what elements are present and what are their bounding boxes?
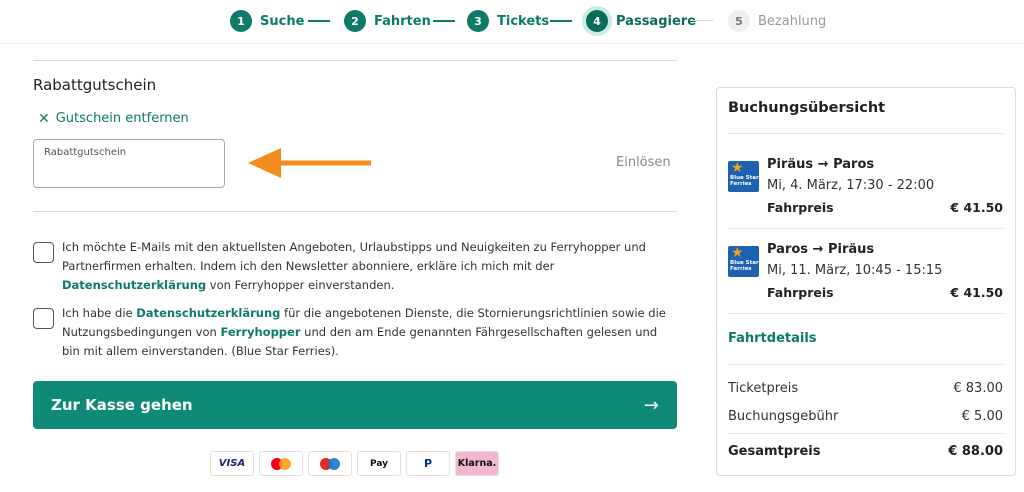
total-price-row: Gesamtpreis € 88.00	[728, 444, 1003, 459]
apple-pay-icon: Pay	[357, 451, 401, 476]
divider	[728, 228, 1003, 229]
ticket-price-value: € 83.00	[953, 381, 1003, 396]
step-search[interactable]: 1 Suche	[230, 9, 304, 33]
consent-text: Ich möchte E-Mails mit den aktuellsten A…	[62, 240, 646, 273]
fare-label: Fahrpreis	[767, 285, 834, 300]
voucher-title: Rabattgutschein	[33, 76, 157, 94]
step-label: Passagiere	[616, 13, 697, 29]
close-icon: ✕	[38, 110, 50, 127]
remove-voucher-label: Gutschein entfernen	[55, 111, 189, 126]
divider	[728, 313, 1003, 314]
step-number: 2	[344, 10, 366, 32]
redeem-button[interactable]: Einlösen	[616, 155, 671, 170]
checkout-button[interactable]: Zur Kasse gehen →	[33, 381, 677, 429]
step-trips[interactable]: 2 Fahrten	[344, 9, 431, 33]
newsletter-checkbox[interactable]	[33, 242, 54, 263]
fare-value: € 41.50	[950, 200, 1003, 215]
voucher-input-label: Rabattgutschein	[44, 147, 127, 158]
voucher-input[interactable]: Rabattgutschein	[33, 139, 225, 188]
remove-voucher-link[interactable]: ✕ Gutschein entfernen	[38, 111, 189, 126]
visa-icon: VISA	[210, 451, 254, 476]
consent-text: Ich habe die	[62, 306, 137, 320]
divider	[33, 211, 677, 212]
step-connector	[308, 20, 330, 22]
divider	[33, 60, 677, 61]
klarna-icon: Klarna.	[455, 451, 499, 476]
terms-consent-text: Ich habe die Datenschutzerklärung für di…	[62, 304, 674, 361]
summary-title: Buchungsübersicht	[728, 100, 886, 116]
trip-route: Paros → Piräus	[767, 242, 875, 257]
progress-stepper: 1 Suche 2 Fahrten 3 Tickets 4 Passagiere…	[0, 0, 1024, 44]
checkout-label: Zur Kasse gehen	[51, 396, 193, 414]
booking-fee-value: € 5.00	[961, 409, 1003, 424]
step-passengers: 4 Passagiere	[586, 9, 696, 33]
step-number: 4	[586, 10, 608, 32]
blue-star-ferries-logo-icon: ★ Blue Star Ferries	[728, 161, 759, 192]
step-tickets[interactable]: 3 Tickets	[467, 9, 549, 33]
booking-fee-label: Buchungsgebühr	[728, 409, 839, 424]
consent-text: von Ferryhopper einverstanden.	[206, 278, 395, 292]
booking-fee-row: Buchungsgebühr € 5.00	[728, 409, 1003, 424]
fare-label: Fahrpreis	[767, 200, 834, 215]
step-payment: 5 Bezahlung	[728, 9, 826, 33]
mastercard-icon	[259, 451, 303, 476]
trip-time: Mi, 4. März, 17:30 - 22:00	[767, 178, 935, 193]
trip-outbound: ★ Blue Star Ferries Piräus → Paros Mi, 4.…	[728, 157, 1003, 217]
step-number: 5	[728, 10, 750, 32]
step-label: Suche	[260, 13, 305, 29]
blue-star-ferries-logo-icon: ★ Blue Star Ferries	[728, 246, 759, 277]
newsletter-consent-text: Ich möchte E-Mails mit den aktuellsten A…	[62, 238, 674, 295]
trip-details-link[interactable]: Fahrtdetails	[728, 331, 817, 346]
terms-checkbox[interactable]	[33, 308, 54, 329]
privacy-policy-link[interactable]: Datenschutzerklärung	[62, 278, 206, 292]
trip-time: Mi, 11. März, 10:45 - 15:15	[767, 263, 943, 278]
ticket-price-label: Ticketpreis	[728, 381, 799, 396]
divider	[728, 433, 1003, 434]
ticket-price-row: Ticketpreis € 83.00	[728, 381, 1003, 396]
step-number: 3	[467, 10, 489, 32]
maestro-icon	[308, 451, 352, 476]
booking-summary: Buchungsübersicht ★ Blue Star Ferries Pir…	[716, 87, 1016, 476]
trip-return: ★ Blue Star Ferries Paros → Piräus Mi, 11…	[728, 242, 1003, 302]
trip-route: Piräus → Paros	[767, 157, 875, 172]
annotation-arrow-icon	[248, 148, 371, 178]
payment-methods: VISA Pay P Klarna.	[210, 451, 499, 476]
step-number: 1	[230, 10, 252, 32]
step-connector	[690, 20, 714, 21]
arrow-right-icon: →	[643, 394, 659, 416]
step-connector	[550, 20, 572, 22]
total-price-label: Gesamtpreis	[728, 444, 821, 459]
privacy-policy-link[interactable]: Datenschutzerklärung	[136, 306, 280, 320]
fare-value: € 41.50	[950, 285, 1003, 300]
total-price-value: € 88.00	[948, 444, 1003, 459]
ferryhopper-link[interactable]: Ferryhopper	[220, 325, 300, 339]
divider	[728, 133, 1003, 134]
divider	[728, 364, 1003, 365]
step-label: Tickets	[497, 13, 550, 29]
step-label: Fahrten	[374, 13, 431, 29]
step-label: Bezahlung	[758, 13, 827, 29]
paypal-icon: P	[406, 451, 450, 476]
step-connector	[433, 20, 455, 22]
